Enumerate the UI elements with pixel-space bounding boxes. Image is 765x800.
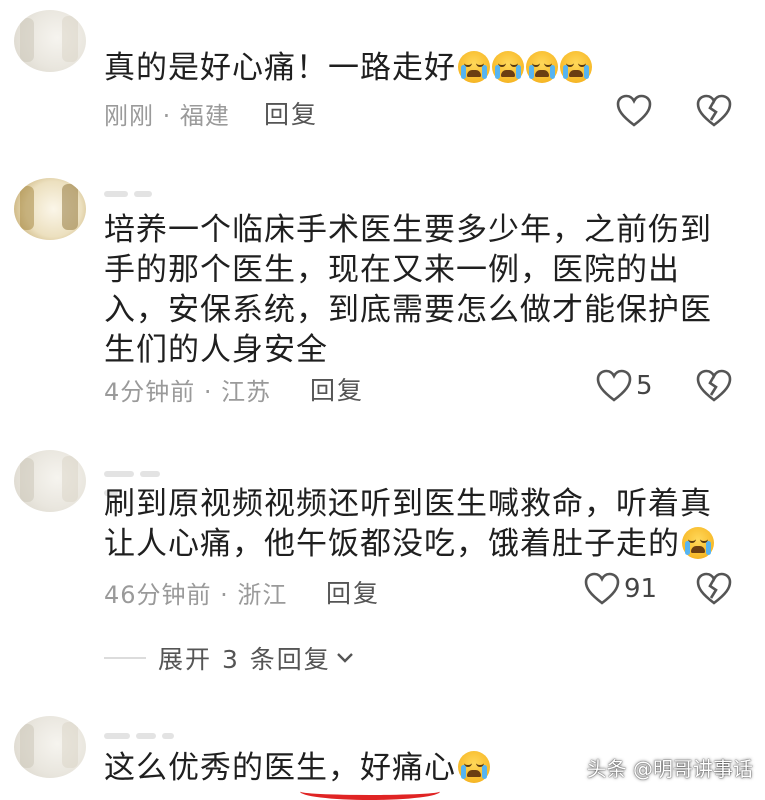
like-button[interactable]: 5 xyxy=(596,369,653,403)
like-button[interactable] xyxy=(616,94,652,128)
crying-emoji-icon xyxy=(526,51,558,83)
avatar[interactable] xyxy=(14,450,86,512)
expand-replies-button[interactable]: 展开 3 条回复 xyxy=(104,640,355,676)
comment-text: 培养一个临床手术医生要多少年，之前伤到手的那个医生，现在又来一例，医院的出入，安… xyxy=(104,212,712,368)
like-count: 91 xyxy=(624,574,658,604)
username[interactable] xyxy=(104,182,184,197)
avatar[interactable] xyxy=(14,10,86,72)
username[interactable] xyxy=(104,724,184,739)
comment-meta: 刚刚 · 福建 xyxy=(104,102,230,130)
crying-emoji-icon xyxy=(682,527,714,559)
like-count: 5 xyxy=(636,371,653,401)
broken-heart-icon xyxy=(696,572,732,605)
avatar[interactable] xyxy=(14,716,86,778)
comment-text: 真的是好心痛！一路走好 xyxy=(104,48,724,88)
crying-emoji-icon xyxy=(458,51,490,83)
reply-button[interactable]: 回复 xyxy=(310,371,364,407)
reply-button[interactable]: 回复 xyxy=(326,574,380,610)
comment-meta: 4分钟前 · 江苏 xyxy=(104,378,272,406)
dislike-button[interactable] xyxy=(696,572,732,610)
avatar[interactable] xyxy=(14,178,86,240)
dislike-button[interactable] xyxy=(696,369,732,407)
heart-icon xyxy=(616,94,652,127)
username[interactable] xyxy=(104,462,184,496)
crying-emoji-icon xyxy=(458,751,490,783)
comment-meta: 46分钟前 · 浙江 xyxy=(104,581,288,609)
crying-emoji-icon xyxy=(492,51,524,83)
broken-heart-icon xyxy=(696,94,732,127)
dislike-button[interactable] xyxy=(696,94,732,132)
chevron-down-icon xyxy=(336,653,353,663)
highlight-underline xyxy=(300,783,440,800)
watermark: 头条 @明哥讲事话 xyxy=(586,757,753,781)
expand-replies-label: 展开 3 条回复 xyxy=(158,645,331,674)
reply-button[interactable]: 回复 xyxy=(264,95,318,131)
broken-heart-icon xyxy=(696,369,732,402)
crying-emoji-icon xyxy=(560,51,592,83)
comment-text: 刷到原视频视频还听到医生喊救命，听着真让人心痛，他午饭都没吃，饿着肚子走的 xyxy=(104,486,714,562)
divider xyxy=(104,657,146,659)
like-button[interactable]: 91 xyxy=(584,572,657,606)
heart-icon xyxy=(584,572,620,605)
heart-icon xyxy=(596,369,632,402)
